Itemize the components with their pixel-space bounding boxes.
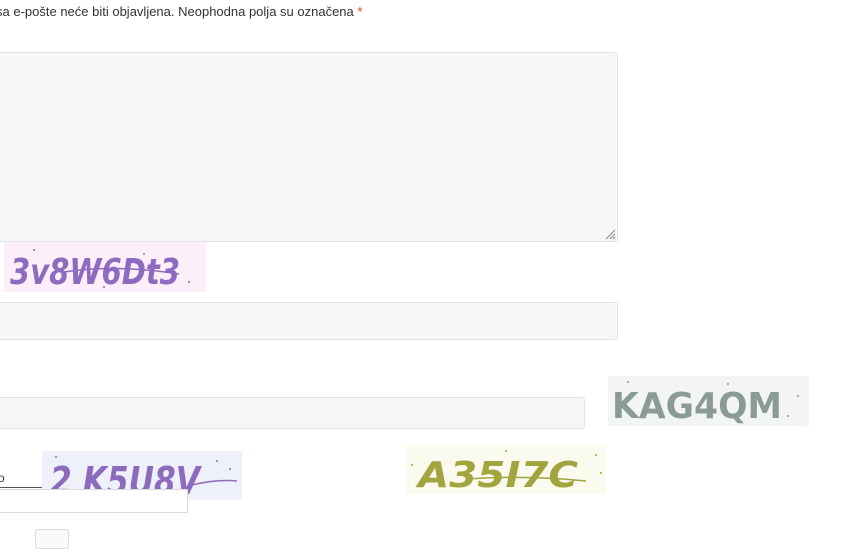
submit-button[interactable] [35, 529, 69, 549]
captcha-1-graphic: 3v8W6Dt3 [4, 242, 206, 293]
captcha-4-text: A35I7C [415, 455, 579, 494]
name-input[interactable] [0, 302, 618, 340]
notice-text: sa e-pošte neće biti objavljena. Neophod… [0, 4, 354, 19]
email-input[interactable] [0, 397, 585, 429]
label-underline [0, 487, 42, 488]
required-fields-notice: sa e-pošte neće biti objavljena. Neophod… [0, 4, 362, 19]
required-asterisk: * [357, 4, 363, 19]
captcha-4-graphic: A35I7C [406, 445, 606, 496]
captcha-2-graphic: KAG4QM [608, 376, 809, 427]
captcha-1-text: 3v8W6Dt3 [10, 252, 180, 292]
captcha-image-1: 3v8W6Dt3 [4, 242, 206, 293]
resize-handle-icon[interactable] [604, 228, 616, 240]
captcha-image-4: A35I7C [406, 445, 606, 496]
captcha-answer-input[interactable] [0, 489, 188, 513]
field-label-fragment: o [0, 471, 5, 485]
captcha-image-2: KAG4QM [608, 376, 809, 427]
captcha-2-text: KAG4QM [612, 386, 782, 426]
comment-textarea[interactable] [0, 52, 618, 242]
